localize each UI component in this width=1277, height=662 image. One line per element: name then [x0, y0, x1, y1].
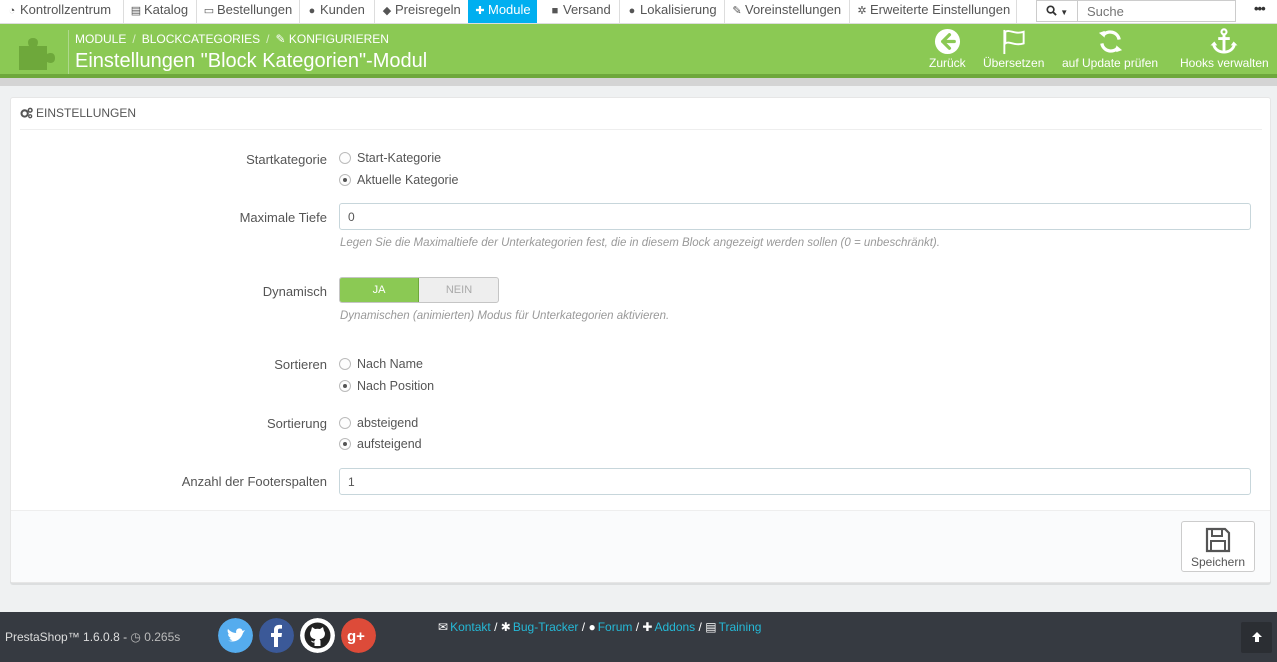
radio-start-kategorie[interactable]: Start-Kategorie	[339, 151, 441, 165]
search-dropdown-button[interactable]: ▼	[1037, 1, 1078, 21]
bug-icon: ✱	[500, 620, 511, 634]
nav-item-preisregeln[interactable]: ◆ Preisregeln	[375, 0, 467, 23]
facebook-icon[interactable]	[259, 618, 294, 653]
arrow-left-circle-icon	[934, 28, 960, 55]
link-bug-tracker[interactable]: Bug-Tracker	[513, 620, 579, 634]
google-plus-icon[interactable]: g+	[341, 618, 376, 653]
version-info: PrestaShop™ 1.6.0.8 - ◷ 0.265s	[5, 630, 181, 644]
nav-item-module[interactable]: ✚ Module	[468, 0, 537, 23]
comments-icon: ●	[588, 620, 596, 634]
puzzle-icon	[19, 38, 55, 70]
radio-aufsteigend[interactable]: aufsteigend	[339, 437, 422, 451]
header-divider	[68, 30, 69, 74]
nav-item-lokalisierung[interactable]: ● Lokalisierung	[620, 0, 723, 23]
startkategorie-label: Startkategorie	[246, 152, 327, 167]
dynamic-label: Dynamisch	[262, 284, 327, 299]
link-kontakt[interactable]: Kontakt	[450, 620, 491, 634]
back-button[interactable]: Zurück	[929, 28, 966, 70]
tags-icon: ◆	[382, 5, 392, 17]
arrow-up-icon	[1251, 632, 1262, 642]
dashboard-icon: ◔	[8, 5, 16, 17]
search-icon	[1046, 5, 1057, 16]
footer-links: ✉ Kontakt / ✱ Bug-Tracker / ● Forum / ✚ Addo…	[438, 620, 762, 634]
more-menu-icon[interactable]: •••	[1254, 0, 1270, 18]
dynamic-toggle[interactable]: JA NEIN	[339, 277, 499, 303]
breadcrumb: MODULE / BLOCKCATEGORIES / ✎ KONFIGURIEREN	[75, 32, 389, 46]
wrench-icon: ✎	[732, 5, 742, 17]
nav-item-voreinstellungen[interactable]: ✎ Voreinstellungen	[725, 0, 847, 23]
svg-text:g+: g+	[347, 628, 365, 645]
nav-item-versand[interactable]: ■ Versand	[543, 0, 617, 23]
caret-down-icon: ▼	[1060, 8, 1069, 17]
radio-checked-icon	[339, 174, 351, 186]
breadcrumb-blockcategories[interactable]: BLOCKCATEGORIES	[142, 32, 260, 46]
book-icon: ▤	[130, 5, 142, 17]
github-icon[interactable]	[300, 618, 335, 653]
save-icon	[1205, 527, 1231, 553]
wrench-icon: ✎	[275, 32, 289, 46]
search-box: ▼	[1036, 0, 1236, 22]
radio-aktuelle-kategorie[interactable]: Aktuelle Kategorie	[339, 173, 458, 187]
radio-nach-name[interactable]: Nach Name	[339, 357, 423, 371]
radio-unchecked-icon	[339, 358, 351, 370]
save-button[interactable]: Speichern	[1181, 521, 1255, 572]
twitter-icon[interactable]	[218, 618, 253, 653]
credit-card-icon: ▭	[203, 5, 215, 17]
book-icon: ▤	[705, 620, 717, 634]
dynamic-help: Dynamischen (animierten) Modus für Unter…	[340, 310, 670, 322]
check-update-button[interactable]: auf Update prüfen	[1062, 28, 1158, 70]
radio-checked-icon	[339, 380, 351, 392]
header-underbar	[0, 78, 1277, 86]
max-depth-help: Legen Sie die Maximaltiefe der Unterkate…	[340, 237, 940, 249]
max-depth-input[interactable]	[339, 203, 1251, 230]
page-title: Einstellungen "Block Kategorien"-Modul	[75, 50, 428, 72]
toggle-no[interactable]: NEIN	[420, 278, 498, 302]
nav-item-katalog[interactable]: ▤ Katalog	[124, 0, 194, 23]
flag-icon	[1003, 29, 1025, 55]
clock-icon: ◷	[130, 630, 145, 644]
link-addons[interactable]: Addons	[654, 620, 695, 634]
link-forum[interactable]: Forum	[598, 620, 633, 634]
panel-divider	[20, 129, 1262, 130]
nav-item-erweiterte-einstellungen[interactable]: ✲ Erweiterte Einstellungen	[850, 0, 1016, 23]
nav-divider	[1016, 0, 1017, 23]
radio-absteigend[interactable]: absteigend	[339, 416, 418, 430]
anchor-icon	[1210, 28, 1238, 54]
breadcrumb-konfigurieren: KONFIGURIEREN	[288, 32, 389, 46]
cogs-icon	[20, 107, 33, 119]
page-footer: PrestaShop™ 1.6.0.8 - ◷ 0.265s g+ ✉ Konta…	[0, 612, 1277, 662]
radio-unchecked-icon	[339, 417, 351, 429]
globe-icon: ●	[628, 5, 636, 17]
top-navigation: ◔ Kontrollzentrum ▤ Katalog ▭ Bestellungen …	[0, 0, 1277, 24]
nav-item-bestellungen[interactable]: ▭ Bestellungen	[197, 0, 298, 23]
breadcrumb-module[interactable]: MODULE	[75, 32, 126, 46]
panel-footer: Speichern	[11, 510, 1270, 582]
search-input[interactable]	[1079, 1, 1235, 21]
settings-panel: EINSTELLUNGEN Startkategorie Start-Kateg…	[10, 97, 1271, 583]
link-training[interactable]: Training	[719, 620, 762, 634]
panel-heading: EINSTELLUNGEN	[20, 106, 136, 120]
footer-columns-label: Anzahl der Footerspalten	[181, 474, 327, 489]
radio-checked-icon	[339, 438, 351, 450]
envelope-icon: ✉	[438, 620, 449, 634]
radio-nach-position[interactable]: Nach Position	[339, 379, 434, 393]
puzzle-icon: ✚	[475, 5, 485, 17]
order-label: Sortierung	[267, 416, 327, 431]
puzzle-icon: ✚	[642, 620, 653, 634]
scroll-to-top-button[interactable]	[1241, 622, 1272, 653]
radio-unchecked-icon	[339, 152, 351, 164]
nav-item-kontrollzentrum[interactable]: ◔ Kontrollzentrum	[0, 0, 117, 23]
cogs-icon: ✲	[857, 5, 867, 17]
refresh-icon	[1098, 30, 1122, 53]
footer-columns-input[interactable]	[339, 468, 1251, 495]
max-depth-label: Maximale Tiefe	[239, 210, 327, 225]
users-icon: ●	[308, 5, 316, 17]
sort-label: Sortieren	[274, 357, 327, 372]
translate-button[interactable]: Übersetzen	[983, 28, 1044, 70]
manage-hooks-button[interactable]: Hooks verwalten	[1180, 28, 1269, 70]
page-header: MODULE / BLOCKCATEGORIES / ✎ KONFIGURIEREN E…	[0, 24, 1277, 78]
truck-icon: ■	[551, 5, 559, 17]
nav-item-kunden[interactable]: ● Kunden	[300, 0, 371, 23]
toggle-yes[interactable]: JA	[340, 278, 419, 302]
